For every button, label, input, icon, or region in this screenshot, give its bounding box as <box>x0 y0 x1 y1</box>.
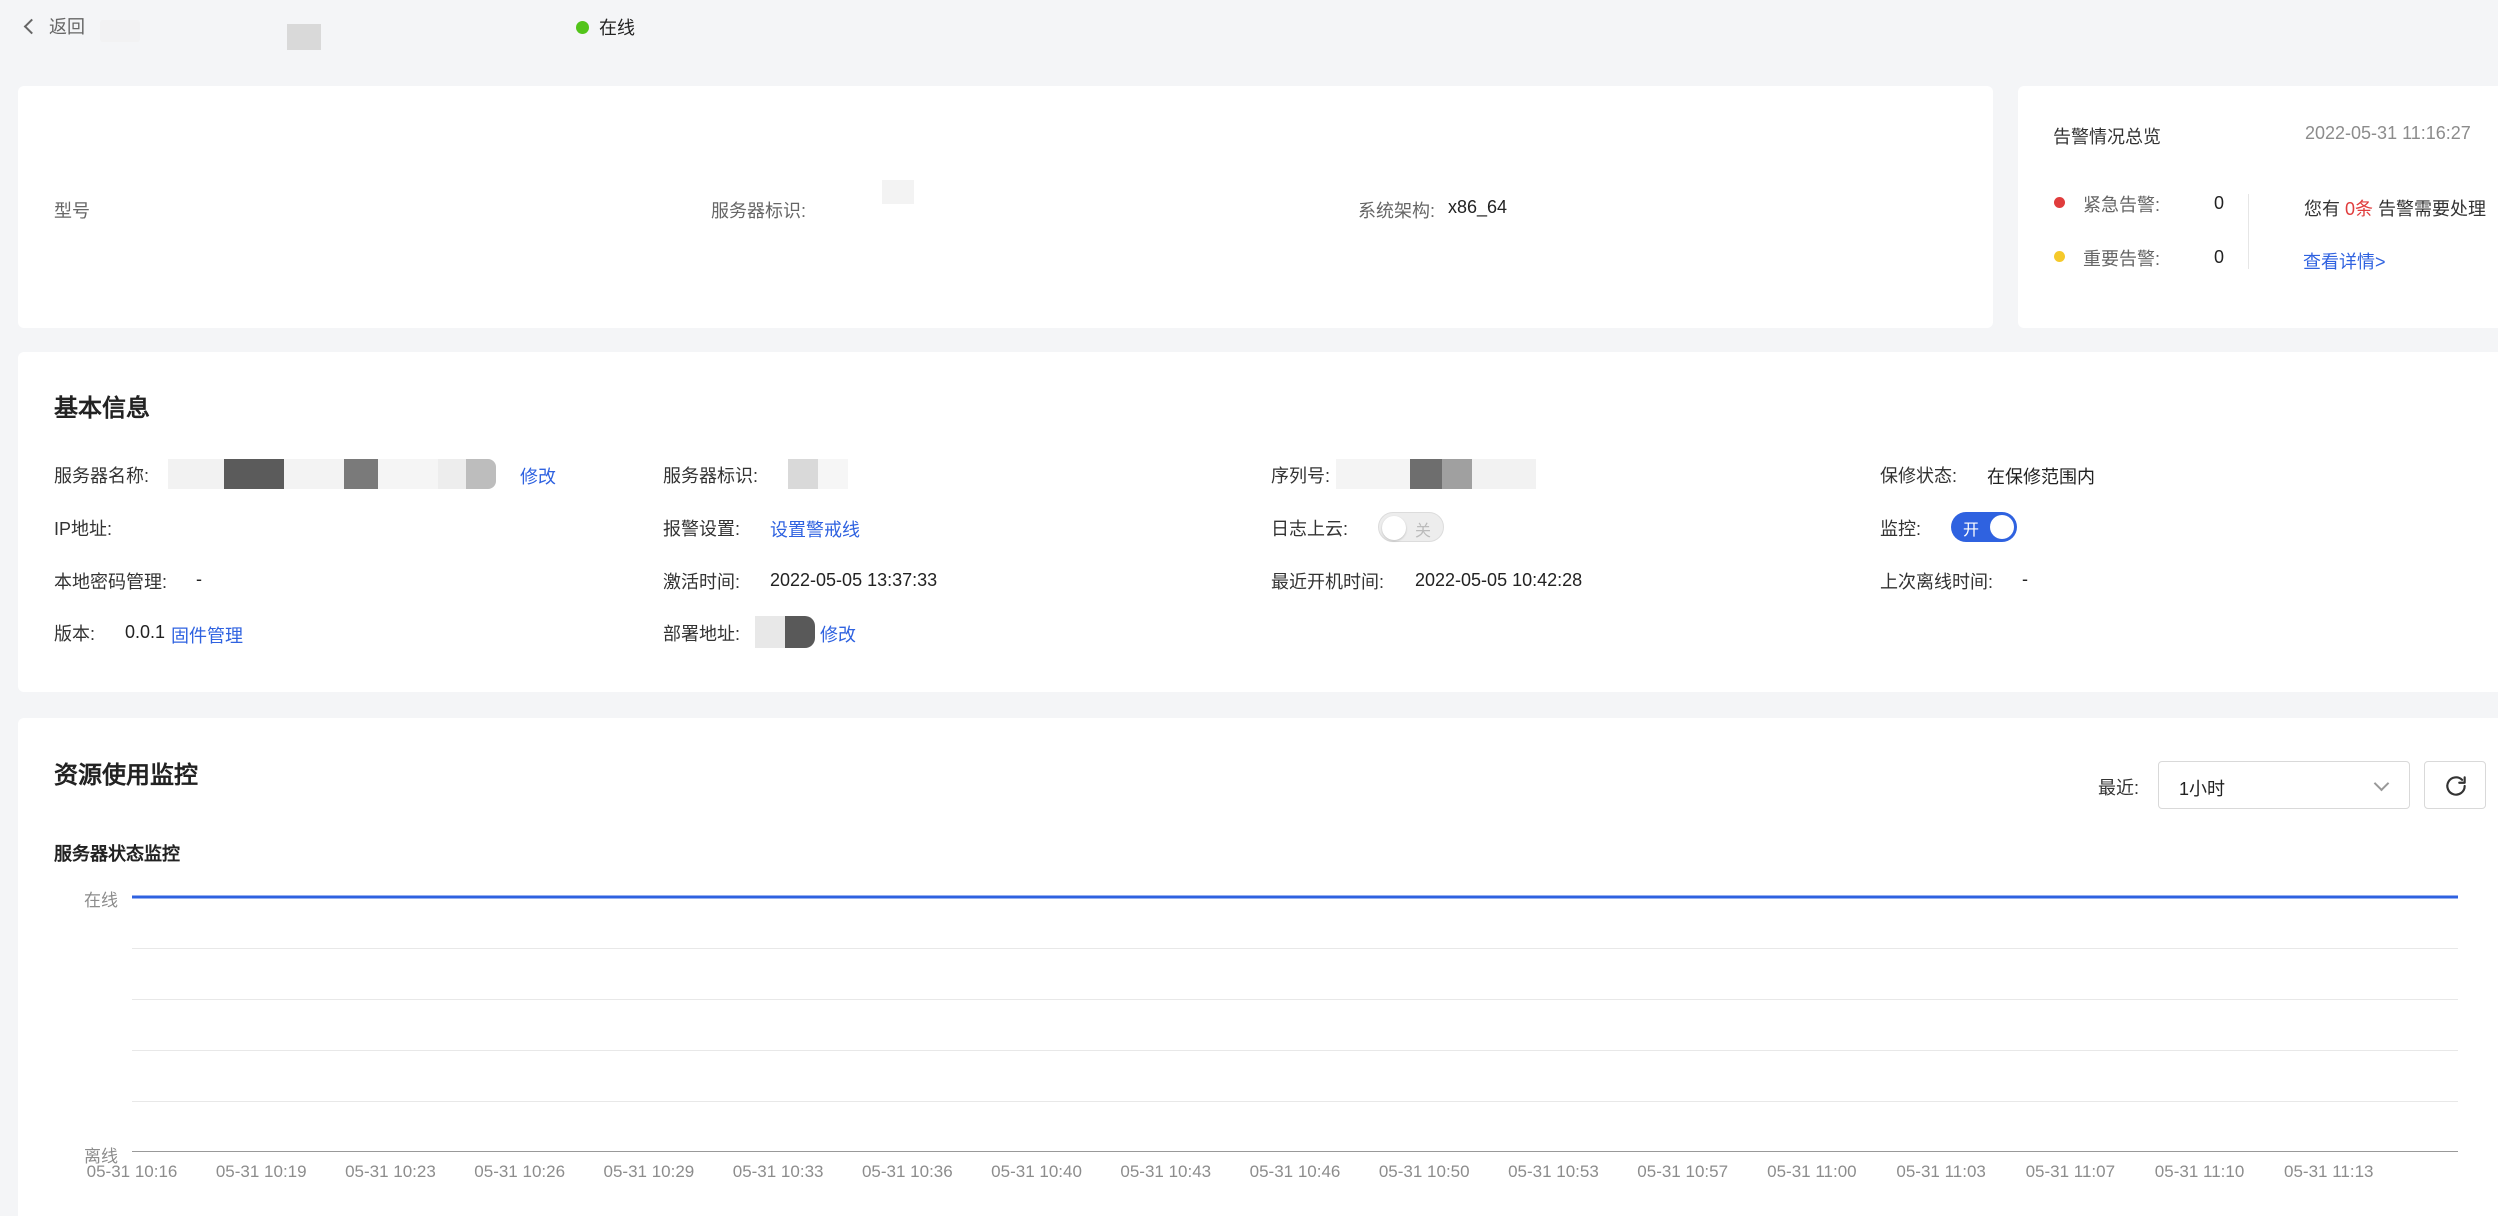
resource-monitor-title: 资源使用监控 <box>54 762 198 789</box>
version-value: 0.0.1 <box>125 622 166 642</box>
basic-info-card: 基本信息 服务器名称: 修改 IP地址: 本地密码管理: - 版本: 0.0.1… <box>18 352 2498 692</box>
time-range-select[interactable]: 1小时 <box>2158 761 2410 809</box>
monitor-toggle-text: 开 <box>1963 522 1980 539</box>
version-label: 版本: <box>54 624 96 644</box>
alarm-notice-prefix: 您有 <box>2304 199 2340 219</box>
basic-info-title: 基本信息 <box>54 395 150 422</box>
refresh-button[interactable] <box>2424 761 2486 809</box>
server-id-label: 服务器标识: <box>711 201 807 221</box>
last-offline-label: 上次离线时间: <box>1880 572 1994 592</box>
alarm-notice: 您有 0条 告警需要处理 <box>2304 195 2486 221</box>
chevron-left-icon <box>23 18 40 34</box>
toggle-knob <box>1990 515 2014 539</box>
header-bar: 返回 在线 <box>0 0 2498 60</box>
alarm-card: 告警情况总览 2022-05-31 11:16:27 紧急告警: 0 重要告警:… <box>2018 86 2498 328</box>
critical-alarm-count: 0 <box>2214 193 2225 213</box>
arch-label: 系统架构: <box>1358 201 1436 221</box>
back-label: 返回 <box>49 17 85 37</box>
blurred-server-id <box>788 459 818 489</box>
warranty-value: 在保修范围内 <box>1987 467 2095 487</box>
back-button[interactable]: 返回 <box>23 12 85 40</box>
log-cloud-toggle[interactable]: 关 <box>1378 512 1444 542</box>
deploy-address-label: 部署地址: <box>663 624 741 644</box>
major-alarm-label: 重要告警: <box>2083 249 2161 269</box>
serial-number-label: 序列号: <box>1271 466 1331 486</box>
status-badge: 在线 <box>576 14 635 40</box>
toggle-knob <box>1382 516 1406 540</box>
major-alarm-count: 0 <box>2214 247 2225 267</box>
server-name-label: 服务器名称: <box>54 466 150 486</box>
server-id-label: 服务器标识: <box>663 466 759 486</box>
recent-label: 最近: <box>2098 778 2140 798</box>
edit-server-name-link[interactable]: 修改 <box>520 463 556 489</box>
alarm-title: 告警情况总览 <box>2053 127 2161 147</box>
chevron-down-icon <box>2373 775 2390 792</box>
warranty-label: 保修状态: <box>1880 466 1958 486</box>
alarm-setting-label: 报警设置: <box>663 519 741 539</box>
time-range-value: 1小时 <box>2179 779 2226 799</box>
model-label: 型号 <box>54 201 90 221</box>
boot-time-label: 最近开机时间: <box>1271 572 1385 592</box>
blurred-server-id <box>818 459 848 489</box>
resource-monitor-card: 资源使用监控 最近: 1小时 服务器状态监控 <box>18 718 2498 1216</box>
online-dot-icon <box>576 20 589 34</box>
alarm-notice-count: 0条 <box>2345 199 2374 219</box>
monitor-toggle[interactable]: 开 <box>1951 512 2017 542</box>
major-alarm-dot-icon <box>2054 251 2065 262</box>
alarm-timestamp: 2022-05-31 11:16:27 <box>2305 123 2471 143</box>
arch-value: x86_64 <box>1448 197 1508 217</box>
view-details-link[interactable]: 查看详情> <box>2303 248 2386 274</box>
blurred-server-name <box>168 459 528 489</box>
firmware-management-link[interactable]: 固件管理 <box>171 622 243 648</box>
refresh-icon <box>2446 776 2466 796</box>
monitor-label: 监控: <box>1880 519 1922 539</box>
blurred-server-id <box>882 180 914 204</box>
ip-label: IP地址: <box>54 519 113 539</box>
activation-time-value: 2022-05-05 13:37:33 <box>770 570 938 590</box>
local-password-label: 本地密码管理: <box>54 572 168 592</box>
log-cloud-toggle-text: 关 <box>1415 523 1432 540</box>
blurred-serial-number <box>1336 459 1556 489</box>
blurred-device-name <box>100 20 140 42</box>
critical-alarm-label: 紧急告警: <box>2083 195 2161 215</box>
alarm-divider <box>2248 194 2249 269</box>
boot-time-value: 2022-05-05 10:42:28 <box>1415 570 1583 590</box>
blurred-deploy-address <box>755 616 815 648</box>
last-offline-value: - <box>2022 569 2028 589</box>
summary-card: 型号 服务器标识: 系统架构: x86_64 <box>18 86 1993 328</box>
critical-alarm-dot-icon <box>2054 197 2065 208</box>
alarm-notice-suffix: 告警需要处理 <box>2378 199 2487 219</box>
edit-deploy-address-link[interactable]: 修改 <box>820 621 856 647</box>
activation-time-label: 激活时间: <box>663 572 741 592</box>
log-cloud-label: 日志上云: <box>1271 519 1349 539</box>
blurred-device-name <box>287 24 321 50</box>
chart-title: 服务器状态监控 <box>54 844 180 864</box>
local-password-value: - <box>196 569 202 589</box>
set-threshold-link[interactable]: 设置警戒线 <box>770 516 860 542</box>
status-text: 在线 <box>599 18 635 38</box>
